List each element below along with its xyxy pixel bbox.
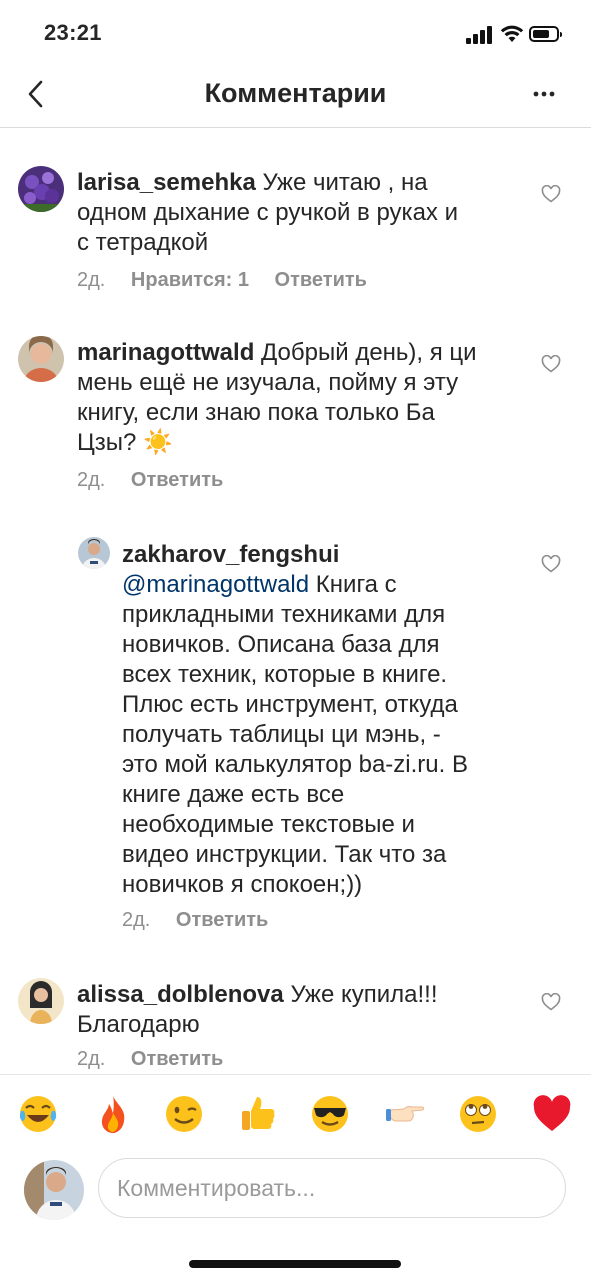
ellipsis-icon[interactable] <box>530 80 558 108</box>
heart-outline-icon[interactable] <box>541 185 561 203</box>
sunglasses-face-emoji-icon[interactable] <box>309 1093 351 1135</box>
heart-outline-icon[interactable] <box>541 555 561 573</box>
comment-meta: 2д. Ответить <box>122 909 288 932</box>
emoji-quick-bar <box>0 1074 591 1151</box>
status-time: 23:21 <box>44 20 102 45</box>
comment-text: alissa_dolblenova Уже купила!!! Благодар… <box>77 981 438 1038</box>
top-bar: Комментарии <box>0 70 591 128</box>
reply-button[interactable]: Ответить <box>131 1048 223 1070</box>
comment-text: zakharov_fengshui @marinagottwald Книга … <box>122 541 468 898</box>
comment-username[interactable]: alissa_dolblenova <box>77 981 284 1008</box>
avatar[interactable] <box>18 166 64 212</box>
comment-username[interactable]: marinagottwald <box>77 339 254 366</box>
page-title: Комментарии <box>204 78 387 108</box>
signal-icon <box>466 26 494 44</box>
reply-button[interactable]: Ответить <box>275 269 367 291</box>
mention-link[interactable]: @marinagottwald <box>122 571 309 598</box>
fire-emoji-icon[interactable] <box>92 1093 134 1135</box>
heart-outline-icon[interactable] <box>541 355 561 373</box>
likes-count[interactable]: Нравится: 1 <box>131 269 249 291</box>
avatar[interactable] <box>78 537 110 569</box>
pointing-right-emoji-icon[interactable] <box>384 1093 426 1135</box>
comment-text: larisa_semehka Уже читаю , на одном дыха… <box>77 169 458 256</box>
heart-outline-icon[interactable] <box>541 993 561 1011</box>
comment-username[interactable]: larisa_semehka <box>77 169 256 196</box>
thumbs-up-emoji-icon[interactable] <box>237 1093 279 1135</box>
reply-button[interactable]: Ответить <box>131 469 223 491</box>
avatar[interactable] <box>18 336 64 382</box>
battery-icon <box>529 26 562 42</box>
wifi-icon <box>500 25 524 42</box>
comment-time: 2д. <box>77 1048 106 1070</box>
status-bar: 23:21 <box>0 0 591 70</box>
comment-composer <box>0 1150 591 1230</box>
winking-face-emoji-icon[interactable] <box>163 1093 205 1135</box>
home-indicator <box>189 1260 401 1268</box>
comment-meta: 2д. Нравится: 1 Ответить <box>77 269 387 292</box>
red-heart-emoji-icon[interactable] <box>531 1093 573 1135</box>
comment-meta: 2д. Ответить <box>77 1048 243 1071</box>
eye-roll-emoji-icon[interactable] <box>457 1093 499 1135</box>
reply-button[interactable]: Ответить <box>176 909 268 931</box>
comment-meta: 2д. Ответить <box>77 469 243 492</box>
comment-time: 2д. <box>77 469 106 491</box>
current-user-avatar <box>24 1160 84 1220</box>
comment-time: 2д. <box>77 269 106 291</box>
tears-of-joy-emoji-icon[interactable] <box>17 1093 59 1135</box>
comment-time: 2д. <box>122 909 151 931</box>
avatar[interactable] <box>18 978 64 1024</box>
comment-text: marinagottwald Добрый день), я ци мень е… <box>77 339 477 456</box>
comment-input[interactable] <box>98 1158 566 1218</box>
comment-username[interactable]: zakharov_fengshui <box>122 541 339 568</box>
